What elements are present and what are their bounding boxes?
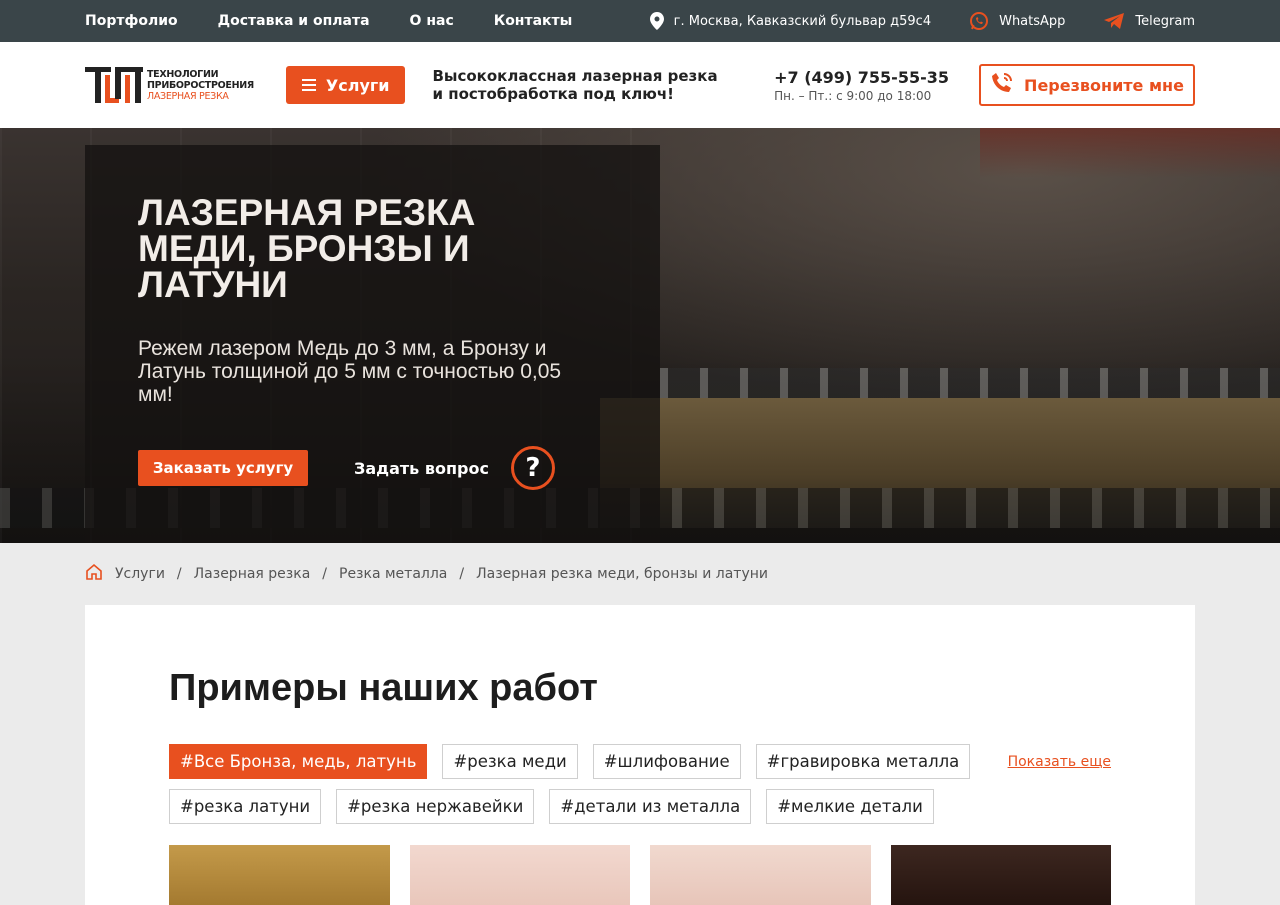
tag-filters: #Все Бронза, медь, латунь #резка меди #ш…	[169, 744, 1111, 824]
header: ТЕХНОЛОГИИ ПРИБОРОСТРОЕНИЯ ЛАЗЕРНАЯ РЕЗК…	[0, 42, 1280, 128]
phone-block: +7 (499) 755-55-35 Пн. – Пт.: с 9:00 до …	[774, 68, 949, 103]
breadcrumb: Услуги / Лазерная резка / Резка металла …	[0, 543, 1280, 605]
breadcrumb-current: Лазерная резка меди, бронзы и латуни	[476, 566, 768, 582]
address[interactable]: г. Москва, Кавказский бульвар д59с4	[649, 12, 932, 30]
tag-metal-engraving[interactable]: #гравировка металла	[755, 744, 971, 779]
tag-all[interactable]: #Все Бронза, медь, латунь	[169, 744, 428, 779]
telegram-icon	[1103, 12, 1125, 30]
breadcrumb-separator: /	[459, 566, 465, 582]
order-service-button[interactable]: Заказать услугу	[138, 450, 308, 486]
breadcrumb-separator: /	[322, 566, 327, 582]
tagline: Высококлассная лазерная резка и постобра…	[432, 67, 718, 103]
menu-icon	[301, 76, 316, 95]
tag-stainless-cutting[interactable]: #резка нержавейки	[336, 789, 535, 824]
tag-copper-cutting[interactable]: #резка меди	[442, 744, 578, 779]
tag-brass-cutting[interactable]: #резка латуни	[169, 789, 322, 824]
breadcrumb-metal-cutting[interactable]: Резка металла	[339, 566, 447, 582]
works-title: Примеры наших работ	[169, 667, 598, 709]
laser-grid-image	[660, 368, 1280, 398]
breadcrumb-separator: /	[176, 566, 182, 582]
whatsapp-icon	[969, 11, 989, 31]
hero-title: ЛАЗЕРНАЯ РЕЗКА МЕДИ, БРОНЗЫ И ЛАТУНИ	[138, 192, 476, 305]
nav-about[interactable]: О нас	[410, 13, 454, 29]
hero-banner: ЛАЗЕРНАЯ РЕЗКА МЕДИ, БРОНЗЫ И ЛАТУНИ Реж…	[0, 128, 1280, 543]
top-bar: Портфолио Доставка и оплата О нас Контак…	[0, 0, 1280, 42]
nav-contacts[interactable]: Контакты	[494, 13, 573, 29]
hero-glow	[980, 128, 1280, 178]
works-section: Примеры наших работ #Все Бронза, медь, л…	[85, 605, 1195, 905]
logo-line-1: ТЕХНОЛОГИИ	[147, 68, 219, 80]
address-text: г. Москва, Кавказский бульвар д59с4	[673, 13, 932, 29]
map-pin-icon	[649, 12, 664, 30]
ask-question-link[interactable]: Задать вопрос	[354, 459, 489, 478]
callback-button[interactable]: Перезвоните мне	[979, 64, 1195, 106]
tag-small-parts[interactable]: #мелкие детали	[766, 789, 934, 824]
breadcrumb-services[interactable]: Услуги	[115, 566, 165, 582]
phone-call-icon	[990, 71, 1014, 99]
whatsapp-label: WhatsApp	[999, 13, 1066, 29]
logo-line-3: ЛАЗЕРНАЯ РЕЗКА	[147, 90, 229, 102]
breadcrumb-laser-cutting[interactable]: Лазерная резка	[194, 566, 311, 582]
telegram-label: Telegram	[1135, 13, 1195, 29]
show-more-link[interactable]: Показать еще	[1008, 754, 1111, 770]
question-icon[interactable]: ?	[510, 446, 555, 490]
hero-subtitle: Режем лазером Медь до 3 мм, а Бронзу и Л…	[138, 337, 562, 406]
nav-portfolio[interactable]: Портфолио	[85, 13, 178, 29]
work-thumbnail[interactable]	[169, 845, 390, 905]
working-hours: Пн. – Пт.: с 9:00 до 18:00	[774, 88, 932, 103]
tag-metal-parts[interactable]: #детали из металла	[549, 789, 752, 824]
logo-mark-icon	[85, 67, 143, 103]
whatsapp-link[interactable]: WhatsApp	[969, 11, 1065, 31]
telegram-link[interactable]: Telegram	[1103, 12, 1195, 30]
hero-panel: ЛАЗЕРНАЯ РЕЗКА МЕДИ, БРОНЗЫ И ЛАТУНИ Реж…	[85, 145, 660, 543]
phone-link[interactable]: +7 (499) 755-55-35	[774, 68, 949, 87]
tag-polishing[interactable]: #шлифование	[592, 744, 741, 779]
work-thumbnail[interactable]	[650, 845, 871, 905]
logo-text: ТЕХНОЛОГИИ ПРИБОРОСТРОЕНИЯ ЛАЗЕРНАЯ РЕЗК…	[147, 69, 254, 102]
nav-delivery[interactable]: Доставка и оплата	[218, 13, 370, 29]
top-nav: Портфолио Доставка и оплата О нас Контак…	[85, 13, 572, 29]
services-button[interactable]: Услуги	[285, 66, 406, 104]
services-label: Услуги	[325, 75, 390, 95]
work-thumbnail[interactable]	[409, 845, 630, 905]
logo-line-2: ПРИБОРОСТРОЕНИЯ	[147, 79, 254, 91]
home-icon[interactable]	[85, 563, 103, 585]
work-thumbnail[interactable]	[890, 845, 1111, 905]
callback-label: Перезвоните мне	[1024, 75, 1184, 95]
works-gallery	[169, 845, 1111, 905]
logo[interactable]: ТЕХНОЛОГИИ ПРИБОРОСТРОЕНИЯ ЛАЗЕРНАЯ РЕЗК…	[85, 65, 254, 105]
